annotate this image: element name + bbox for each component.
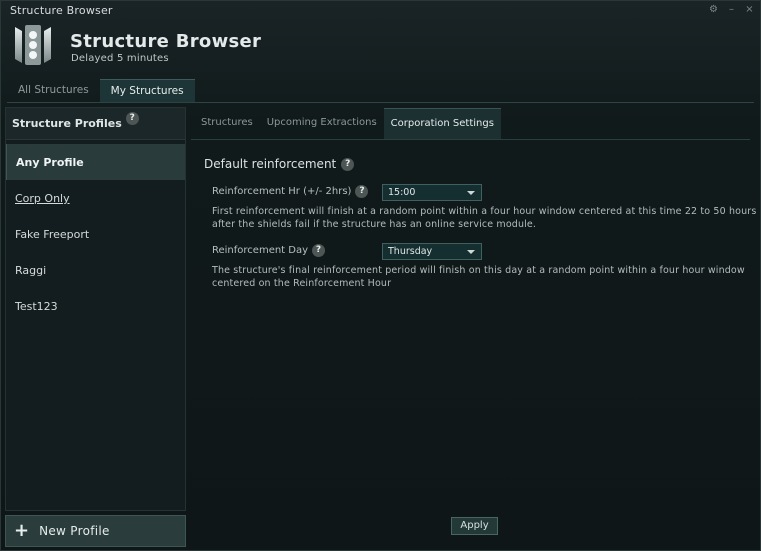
profile-item-any-profile[interactable]: Any Profile — [6, 144, 185, 180]
profiles-panel: Structure Profiles ? Any Profile Corp On… — [5, 107, 186, 511]
profile-item-label: Fake Freeport — [15, 228, 90, 241]
help-icon[interactable]: ? — [125, 112, 139, 125]
reinforcement-day-label: Reinforcement Day ? — [212, 244, 326, 257]
reinforcement-hour-description: First reinforcement will finish at a ran… — [212, 206, 757, 230]
help-icon[interactable]: ? — [355, 185, 369, 198]
app-subtitle: Delayed 5 minutes — [71, 53, 169, 64]
profile-item-label: Raggi — [15, 264, 47, 277]
profile-item-fake-freeport[interactable]: Fake Freeport — [6, 216, 185, 252]
help-icon[interactable]: ? — [312, 244, 326, 257]
chevron-down-icon — [467, 250, 475, 254]
structure-logo-icon — [15, 25, 51, 65]
reinforcement-day-label-text: Reinforcement Day — [212, 245, 309, 256]
profile-item-label: Any Profile — [16, 156, 84, 169]
reinforcement-day-select[interactable]: Thursday — [382, 243, 482, 260]
reinforcement-hour-value: 15:00 — [388, 187, 416, 198]
tab-all-structures[interactable]: All Structures — [7, 79, 100, 102]
minimize-icon[interactable]: – — [727, 4, 736, 15]
window-controls: ⚙ – × — [709, 4, 754, 15]
tab-corporation-settings[interactable]: Corporation Settings — [383, 108, 501, 139]
sub-tab-divider — [191, 139, 750, 140]
app-title: Structure Browser — [70, 31, 262, 52]
help-icon[interactable]: ? — [341, 157, 355, 171]
profile-item-corp-only[interactable]: Corp Only — [6, 180, 185, 216]
apply-button[interactable]: Apply — [451, 517, 498, 535]
profiles-header: Structure Profiles ? — [6, 108, 185, 140]
profile-item-label: Test123 — [15, 300, 58, 313]
reinforcement-hour-label-text: Reinforcement Hr (+/- 2hrs) — [212, 186, 352, 197]
profile-item-test123[interactable]: Test123 — [6, 288, 185, 324]
top-tab-bar: All Structures My Structures — [7, 79, 195, 102]
section-title-label: Default reinforcement — [204, 157, 337, 171]
profile-item-raggi[interactable]: Raggi — [6, 252, 185, 288]
plus-icon: + — [14, 520, 30, 541]
structure-browser-window: Structure Browser ⚙ – × Structure Browse… — [0, 0, 761, 551]
section-title: Default reinforcement ? — [204, 157, 355, 171]
tab-my-structures[interactable]: My Structures — [99, 79, 195, 102]
title-bar: Structure Browser ⚙ – × — [1, 1, 760, 21]
reinforcement-hour-select[interactable]: 15:00 — [382, 184, 482, 201]
settings-icon[interactable]: ⚙ — [709, 4, 718, 15]
profile-list: Any Profile Corp Only Fake Freeport Ragg… — [6, 140, 185, 324]
tab-structures[interactable]: Structures — [194, 108, 260, 139]
window-title: Structure Browser — [10, 4, 113, 17]
profile-item-label: Corp Only — [15, 192, 70, 205]
new-profile-label: New Profile — [39, 524, 110, 538]
reinforcement-day-description: The structure's final reinforcement peri… — [212, 265, 745, 289]
profiles-header-label: Structure Profiles — [12, 117, 122, 130]
close-icon[interactable]: × — [745, 4, 754, 15]
tab-divider — [7, 102, 754, 103]
sub-tab-bar: Structures Upcoming Extractions Corporat… — [194, 108, 501, 139]
tab-upcoming-extractions[interactable]: Upcoming Extractions — [260, 108, 384, 139]
chevron-down-icon — [467, 191, 475, 195]
reinforcement-day-value: Thursday — [388, 246, 433, 257]
reinforcement-hour-label: Reinforcement Hr (+/- 2hrs) ? — [212, 185, 369, 198]
new-profile-button[interactable]: + New Profile — [5, 515, 186, 547]
